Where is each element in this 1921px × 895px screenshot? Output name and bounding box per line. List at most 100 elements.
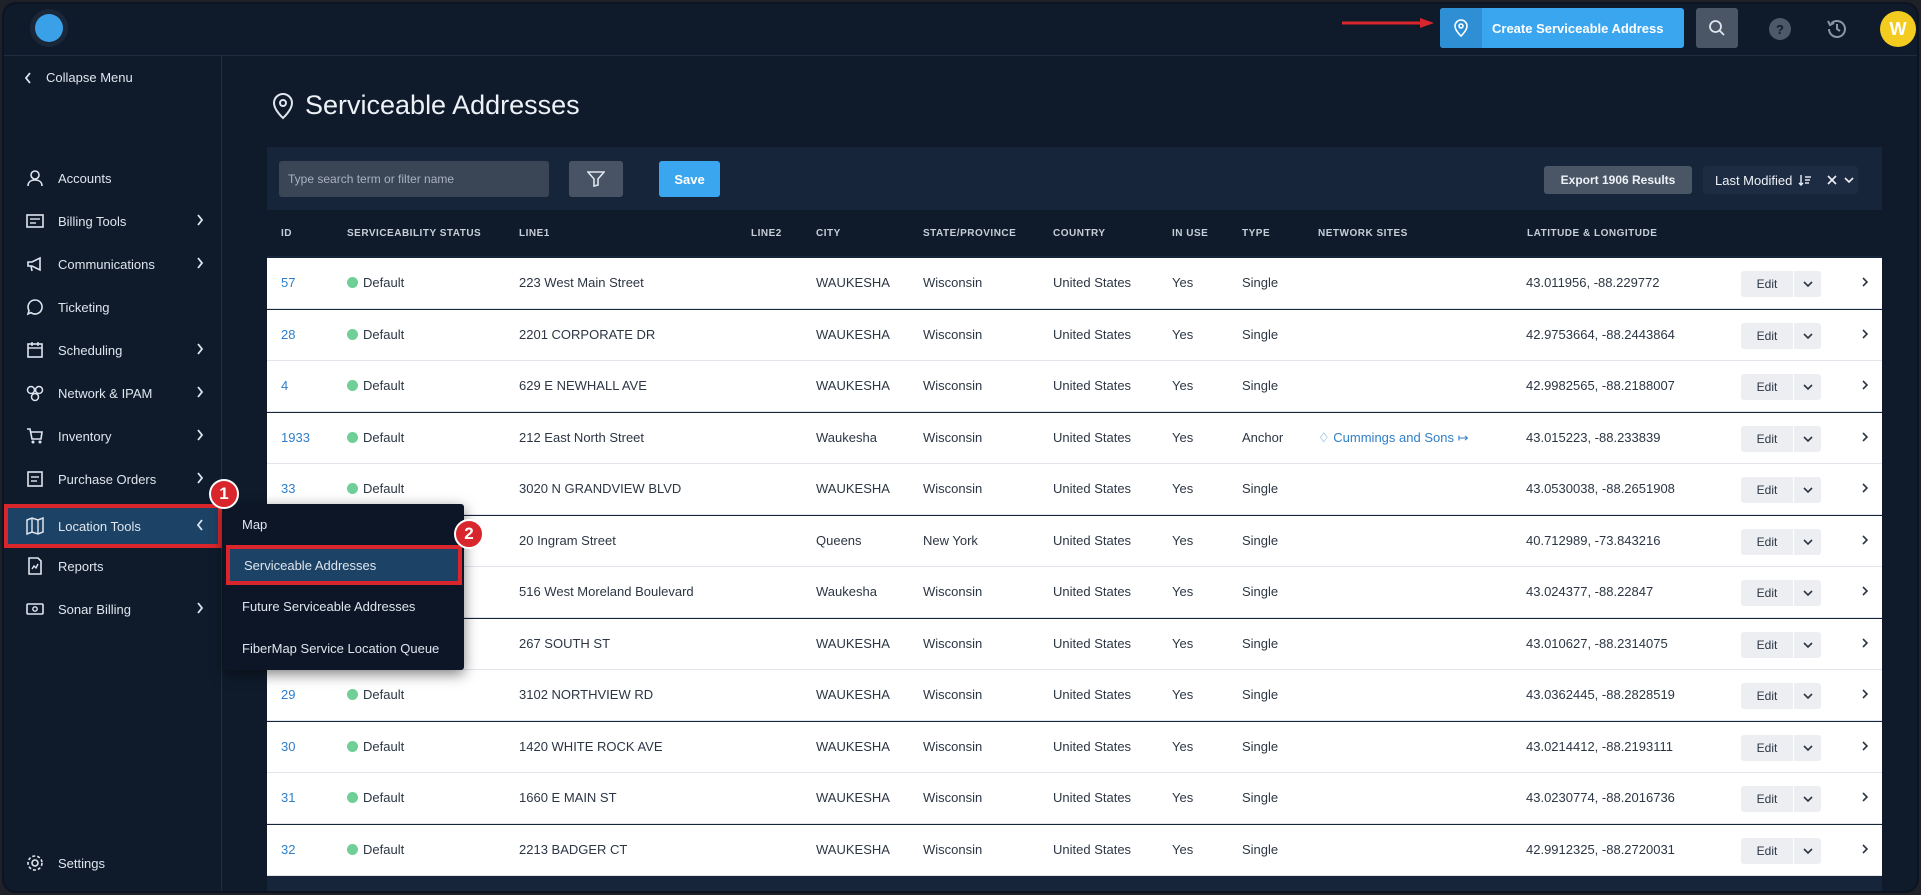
edit-button[interactable]: Edit <box>1741 528 1821 555</box>
col-header-type[interactable]: TYPE <box>1242 228 1270 239</box>
table-row[interactable]: 33 Default 3020 N GRANDVIEW BLVD WAUKESHA Wi… <box>267 464 1882 515</box>
create-serviceable-address-button[interactable]: Create Serviceable Address <box>1440 8 1684 48</box>
edit-menu-chevron-down-icon[interactable] <box>1793 477 1821 503</box>
edit-button[interactable]: Edit <box>1741 322 1821 349</box>
collapse-menu-button[interactable]: Collapse Menu <box>24 70 133 85</box>
row-expand-chevron-icon[interactable] <box>1861 740 1869 751</box>
sidebar-item-sonar-billing[interactable]: Sonar Billing <box>4 589 222 629</box>
col-header-in-use[interactable]: IN USE <box>1172 228 1208 239</box>
table-row[interactable]: 20 Ingram Street Queens New York United Sta… <box>267 515 1882 567</box>
row-expand-chevron-icon[interactable] <box>1861 380 1869 390</box>
row-expand-chevron-icon[interactable] <box>1861 534 1869 545</box>
row-expand-chevron-icon[interactable] <box>1861 843 1869 854</box>
edit-button[interactable]: Edit <box>1741 271 1821 297</box>
col-header-network-sites[interactable]: NETWORK SITES <box>1318 228 1408 239</box>
search-input[interactable] <box>279 161 549 197</box>
edit-menu-chevron-down-icon[interactable] <box>1793 786 1821 812</box>
edit-menu-chevron-down-icon[interactable] <box>1793 631 1821 658</box>
app-logo[interactable] <box>30 9 68 47</box>
edit-menu-chevron-down-icon[interactable] <box>1793 271 1821 297</box>
global-search-button[interactable] <box>1696 8 1738 48</box>
edit-button[interactable]: Edit <box>1741 631 1821 658</box>
row-expand-chevron-icon[interactable] <box>1861 277 1869 287</box>
sidebar-item-ticketing[interactable]: Ticketing <box>4 287 222 327</box>
clear-sort-icon[interactable] <box>1826 174 1838 186</box>
user-avatar[interactable]: W <box>1880 11 1916 47</box>
cell-id[interactable]: 4 <box>281 378 288 393</box>
table-row[interactable]: 31 Default 1660 E MAIN ST WAUKESHA Wisconsin… <box>267 773 1882 824</box>
sidebar-item-accounts[interactable]: Accounts <box>4 158 222 198</box>
col-header-lat-lng[interactable]: LATITUDE & LONGITUDE <box>1527 228 1657 239</box>
edit-menu-chevron-down-icon[interactable] <box>1793 734 1821 761</box>
table-row[interactable]: 4 Default 629 E NEWHALL AVE WAUKESHA Wiscons… <box>267 361 1882 412</box>
edit-menu-chevron-down-icon[interactable] <box>1793 837 1821 864</box>
edit-menu-chevron-down-icon[interactable] <box>1793 425 1821 452</box>
table-row[interactable]: 29 Default 3102 NORTHVIEW RD WAUKESHA Wiscon… <box>267 670 1882 721</box>
sidebar-item-scheduling[interactable]: Scheduling <box>4 330 222 370</box>
col-header-id[interactable]: ID <box>281 228 292 239</box>
col-header-city[interactable]: CITY <box>816 228 841 239</box>
cell-id[interactable]: 57 <box>281 275 295 290</box>
sidebar-item-network-ipam[interactable]: Network & IPAM <box>4 373 222 413</box>
table-row[interactable]: 32 Default 2213 BADGER CT WAUKESHA Wisconsin… <box>267 824 1882 876</box>
flyout-item-future-serviceable-addresses[interactable]: Future Serviceable Addresses <box>224 586 464 626</box>
edit-button[interactable]: Edit <box>1741 734 1821 761</box>
table-row[interactable]: 28 Default 2201 CORPORATE DR WAUKESHA Wiscon… <box>267 309 1882 361</box>
network-site-link[interactable]: Cummings and Sons <box>1333 430 1454 445</box>
row-expand-chevron-icon[interactable] <box>1861 431 1869 442</box>
table-row[interactable]: 1933 Default 212 East North Street Waukesha… <box>267 412 1882 464</box>
edit-menu-chevron-down-icon[interactable] <box>1793 580 1821 606</box>
sidebar-item-location-tools[interactable]: Location Tools <box>4 504 222 548</box>
sidebar-item-billing-tools[interactable]: Billing Tools <box>4 201 222 241</box>
cell-id[interactable]: 32 <box>281 842 295 857</box>
sidebar-item-communications[interactable]: Communications <box>4 244 222 284</box>
table-row[interactable]: 57 Default 223 West Main Street WAUKESHA Wis… <box>267 258 1882 309</box>
cell-id[interactable]: 31 <box>281 790 295 805</box>
edit-button[interactable]: Edit <box>1741 786 1821 812</box>
sidebar-item-purchase-orders[interactable]: Purchase Orders <box>4 459 222 499</box>
edit-button[interactable]: Edit <box>1741 683 1821 709</box>
cell-id[interactable]: 33 <box>281 481 295 496</box>
sidebar-item-settings[interactable]: Settings <box>4 843 222 883</box>
edit-button[interactable]: Edit <box>1741 477 1821 503</box>
edit-menu-chevron-down-icon[interactable] <box>1793 322 1821 349</box>
sidebar-item-reports[interactable]: Reports <box>4 546 222 586</box>
edit-button[interactable]: Edit <box>1741 374 1821 400</box>
col-header-line2[interactable]: LINE2 <box>751 228 782 239</box>
filter-button[interactable] <box>569 161 623 197</box>
edit-menu-chevron-down-icon[interactable] <box>1793 528 1821 555</box>
row-expand-chevron-icon[interactable] <box>1861 689 1869 699</box>
row-expand-chevron-icon[interactable] <box>1861 792 1869 802</box>
history-icon[interactable] <box>1824 16 1850 42</box>
cell-id[interactable]: 29 <box>281 687 295 702</box>
save-button[interactable]: Save <box>659 161 720 197</box>
flyout-item-map[interactable]: Map <box>224 504 464 544</box>
col-header-country[interactable]: COUNTRY <box>1053 228 1106 239</box>
row-expand-chevron-icon[interactable] <box>1861 483 1869 493</box>
flyout-item-fibermap-queue[interactable]: FiberMap Service Location Queue <box>224 628 464 668</box>
sort-select[interactable]: Last Modified <box>1703 166 1858 194</box>
sidebar-item-inventory[interactable]: Inventory <box>4 416 222 456</box>
row-expand-chevron-icon[interactable] <box>1861 637 1869 648</box>
edit-menu-chevron-down-icon[interactable] <box>1793 374 1821 400</box>
export-results-button[interactable]: Export 1906 Results <box>1544 166 1692 194</box>
cell-network-sites[interactable]: ♢ Cummings and Sons ↦ <box>1318 430 1468 446</box>
chevron-down-icon[interactable] <box>1844 176 1854 184</box>
row-expand-chevron-icon[interactable] <box>1861 586 1869 596</box>
row-expand-chevron-icon[interactable] <box>1861 328 1869 339</box>
table-row[interactable]: 267 SOUTH ST WAUKESHA Wisconsin United Stat… <box>267 618 1882 670</box>
col-header-line1[interactable]: LINE1 <box>519 228 550 239</box>
edit-button[interactable]: Edit <box>1741 580 1821 606</box>
edit-button[interactable]: Edit <box>1741 837 1821 864</box>
cell-id[interactable]: 30 <box>281 739 295 754</box>
col-header-serviceability-status[interactable]: SERVICEABILITY STATUS <box>347 228 481 239</box>
edit-menu-chevron-down-icon[interactable] <box>1793 683 1821 709</box>
cell-id[interactable]: 28 <box>281 327 295 342</box>
col-header-state[interactable]: STATE/PROVINCE <box>923 228 1016 239</box>
table-row[interactable]: 516 West Moreland Boulevard Waukesha Wisco… <box>267 567 1882 618</box>
edit-button[interactable]: Edit <box>1741 425 1821 452</box>
flyout-item-serviceable-addresses[interactable]: Serviceable Addresses <box>226 545 462 585</box>
open-link-icon[interactable]: ↦ <box>1454 430 1469 445</box>
table-row[interactable]: 30 Default 1420 WHITE ROCK AVE WAUKESHA Wisc… <box>267 721 1882 773</box>
help-icon[interactable]: ? <box>1769 18 1791 40</box>
